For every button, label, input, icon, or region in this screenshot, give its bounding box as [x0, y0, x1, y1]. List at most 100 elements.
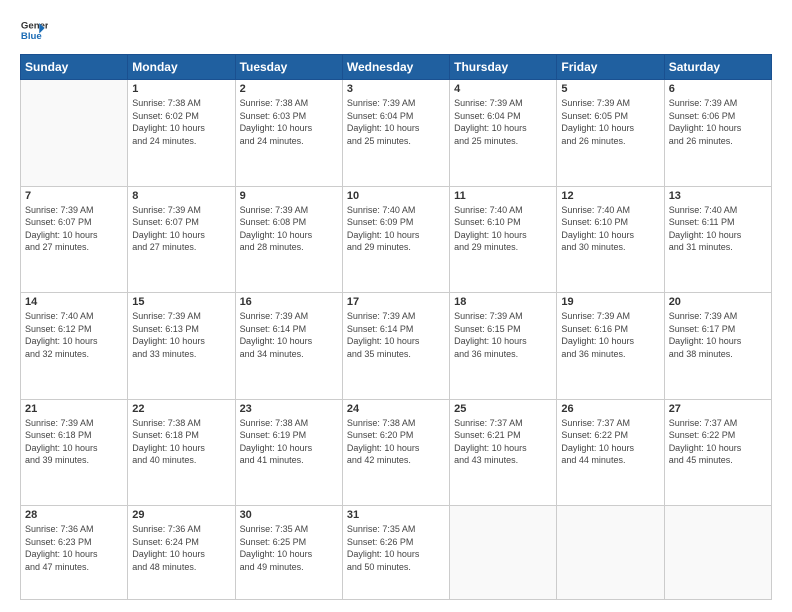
day-info: Sunrise: 7:39 AM Sunset: 6:05 PM Dayligh…	[561, 97, 659, 147]
day-info: Sunrise: 7:35 AM Sunset: 6:26 PM Dayligh…	[347, 523, 445, 573]
logo: General Blue	[20, 16, 48, 44]
day-number: 24	[347, 403, 445, 415]
day-cell	[557, 506, 664, 600]
day-cell: 14 Sunrise: 7:40 AM Sunset: 6:12 PM Dayli…	[21, 293, 128, 400]
day-cell: 12Sunrise: 7:40 AM Sunset: 6:10 PM Dayli…	[557, 186, 664, 293]
day-info: Sunrise: 7:39 AM Sunset: 6:07 PM Dayligh…	[25, 204, 123, 254]
week-row-4: 28 Sunrise: 7:36 AM Sunset: 6:23 PM Dayli…	[21, 506, 772, 600]
day-number: 22	[132, 403, 230, 415]
day-info: Sunrise: 7:40 AM Sunset: 6:12 PM Dayligh…	[25, 310, 123, 360]
day-info: Sunrise: 7:38 AM Sunset: 6:03 PM Dayligh…	[240, 97, 338, 147]
day-number: 18	[454, 296, 552, 308]
weekday-thursday: Thursday	[450, 55, 557, 80]
day-info: Sunrise: 7:39 AM Sunset: 6:04 PM Dayligh…	[454, 97, 552, 147]
day-cell: 19 Sunrise: 7:39 AM Sunset: 6:16 PM Dayli…	[557, 293, 664, 400]
day-number: 1	[132, 83, 230, 95]
day-number: 11	[454, 190, 552, 202]
svg-text:Blue: Blue	[21, 31, 42, 42]
calendar-page: General Blue SundayMondayTuesdayWednesda…	[0, 0, 792, 612]
day-number: 13	[669, 190, 767, 202]
day-info: Sunrise: 7:40 AM Sunset: 6:09 PM Dayligh…	[347, 204, 445, 254]
day-number: 26	[561, 403, 659, 415]
day-number: 12	[561, 190, 659, 202]
day-number: 21	[25, 403, 123, 415]
day-number: 28	[25, 509, 123, 521]
weekday-friday: Friday	[557, 55, 664, 80]
day-info: Sunrise: 7:38 AM Sunset: 6:19 PM Dayligh…	[240, 417, 338, 467]
day-cell: 29 Sunrise: 7:36 AM Sunset: 6:24 PM Dayli…	[128, 506, 235, 600]
day-number: 4	[454, 83, 552, 95]
weekday-header-row: SundayMondayTuesdayWednesdayThursdayFrid…	[21, 55, 772, 80]
day-info: Sunrise: 7:38 AM Sunset: 6:20 PM Dayligh…	[347, 417, 445, 467]
day-number: 5	[561, 83, 659, 95]
day-cell	[664, 506, 771, 600]
day-info: Sunrise: 7:40 AM Sunset: 6:10 PM Dayligh…	[454, 204, 552, 254]
day-cell: 1 Sunrise: 7:38 AM Sunset: 6:02 PM Daylig…	[128, 80, 235, 187]
day-cell: 24 Sunrise: 7:38 AM Sunset: 6:20 PM Dayli…	[342, 399, 449, 506]
day-info: Sunrise: 7:39 AM Sunset: 6:15 PM Dayligh…	[454, 310, 552, 360]
day-cell: 5 Sunrise: 7:39 AM Sunset: 6:05 PM Daylig…	[557, 80, 664, 187]
day-info: Sunrise: 7:37 AM Sunset: 6:21 PM Dayligh…	[454, 417, 552, 467]
weekday-saturday: Saturday	[664, 55, 771, 80]
weekday-tuesday: Tuesday	[235, 55, 342, 80]
day-info: Sunrise: 7:39 AM Sunset: 6:18 PM Dayligh…	[25, 417, 123, 467]
day-cell: 25Sunrise: 7:37 AM Sunset: 6:21 PM Dayli…	[450, 399, 557, 506]
day-number: 17	[347, 296, 445, 308]
day-number: 30	[240, 509, 338, 521]
day-info: Sunrise: 7:39 AM Sunset: 6:16 PM Dayligh…	[561, 310, 659, 360]
week-row-2: 14 Sunrise: 7:40 AM Sunset: 6:12 PM Dayli…	[21, 293, 772, 400]
day-cell: 18 Sunrise: 7:39 AM Sunset: 6:15 PM Dayli…	[450, 293, 557, 400]
day-cell: 22 Sunrise: 7:38 AM Sunset: 6:18 PM Dayli…	[128, 399, 235, 506]
day-cell: 16Sunrise: 7:39 AM Sunset: 6:14 PM Dayli…	[235, 293, 342, 400]
day-cell: 17Sunrise: 7:39 AM Sunset: 6:14 PM Dayli…	[342, 293, 449, 400]
day-number: 2	[240, 83, 338, 95]
day-cell	[450, 506, 557, 600]
week-row-0: 1 Sunrise: 7:38 AM Sunset: 6:02 PM Daylig…	[21, 80, 772, 187]
day-cell: 3 Sunrise: 7:39 AM Sunset: 6:04 PM Daylig…	[342, 80, 449, 187]
day-info: Sunrise: 7:38 AM Sunset: 6:02 PM Dayligh…	[132, 97, 230, 147]
header: General Blue	[20, 16, 772, 44]
day-number: 20	[669, 296, 767, 308]
day-info: Sunrise: 7:39 AM Sunset: 6:17 PM Dayligh…	[669, 310, 767, 360]
day-cell: 21 Sunrise: 7:39 AM Sunset: 6:18 PM Dayli…	[21, 399, 128, 506]
day-number: 29	[132, 509, 230, 521]
day-number: 6	[669, 83, 767, 95]
day-number: 14	[25, 296, 123, 308]
weekday-sunday: Sunday	[21, 55, 128, 80]
day-cell: 13Sunrise: 7:40 AM Sunset: 6:11 PM Dayli…	[664, 186, 771, 293]
week-row-1: 7Sunrise: 7:39 AM Sunset: 6:07 PM Daylig…	[21, 186, 772, 293]
day-number: 15	[132, 296, 230, 308]
weekday-wednesday: Wednesday	[342, 55, 449, 80]
svg-text:General: General	[21, 20, 48, 31]
logo-icon: General Blue	[20, 16, 48, 44]
day-info: Sunrise: 7:36 AM Sunset: 6:24 PM Dayligh…	[132, 523, 230, 573]
day-number: 8	[132, 190, 230, 202]
day-number: 31	[347, 509, 445, 521]
day-cell: 28 Sunrise: 7:36 AM Sunset: 6:23 PM Dayli…	[21, 506, 128, 600]
day-number: 3	[347, 83, 445, 95]
day-info: Sunrise: 7:39 AM Sunset: 6:14 PM Dayligh…	[240, 310, 338, 360]
day-number: 27	[669, 403, 767, 415]
day-cell: 9Sunrise: 7:39 AM Sunset: 6:08 PM Daylig…	[235, 186, 342, 293]
calendar-table: SundayMondayTuesdayWednesdayThursdayFrid…	[20, 54, 772, 600]
day-info: Sunrise: 7:38 AM Sunset: 6:18 PM Dayligh…	[132, 417, 230, 467]
day-info: Sunrise: 7:37 AM Sunset: 6:22 PM Dayligh…	[561, 417, 659, 467]
day-cell: 15Sunrise: 7:39 AM Sunset: 6:13 PM Dayli…	[128, 293, 235, 400]
day-info: Sunrise: 7:35 AM Sunset: 6:25 PM Dayligh…	[240, 523, 338, 573]
day-info: Sunrise: 7:39 AM Sunset: 6:04 PM Dayligh…	[347, 97, 445, 147]
day-cell: 11 Sunrise: 7:40 AM Sunset: 6:10 PM Dayli…	[450, 186, 557, 293]
day-number: 23	[240, 403, 338, 415]
day-number: 19	[561, 296, 659, 308]
day-cell: 27Sunrise: 7:37 AM Sunset: 6:22 PM Dayli…	[664, 399, 771, 506]
day-cell: 26 Sunrise: 7:37 AM Sunset: 6:22 PM Dayli…	[557, 399, 664, 506]
day-info: Sunrise: 7:39 AM Sunset: 6:07 PM Dayligh…	[132, 204, 230, 254]
day-number: 10	[347, 190, 445, 202]
day-cell: 6 Sunrise: 7:39 AM Sunset: 6:06 PM Daylig…	[664, 80, 771, 187]
day-cell: 20 Sunrise: 7:39 AM Sunset: 6:17 PM Dayli…	[664, 293, 771, 400]
day-cell: 23 Sunrise: 7:38 AM Sunset: 6:19 PM Dayli…	[235, 399, 342, 506]
weekday-monday: Monday	[128, 55, 235, 80]
day-info: Sunrise: 7:36 AM Sunset: 6:23 PM Dayligh…	[25, 523, 123, 573]
day-info: Sunrise: 7:39 AM Sunset: 6:06 PM Dayligh…	[669, 97, 767, 147]
day-cell: 4 Sunrise: 7:39 AM Sunset: 6:04 PM Daylig…	[450, 80, 557, 187]
day-cell: 8 Sunrise: 7:39 AM Sunset: 6:07 PM Daylig…	[128, 186, 235, 293]
